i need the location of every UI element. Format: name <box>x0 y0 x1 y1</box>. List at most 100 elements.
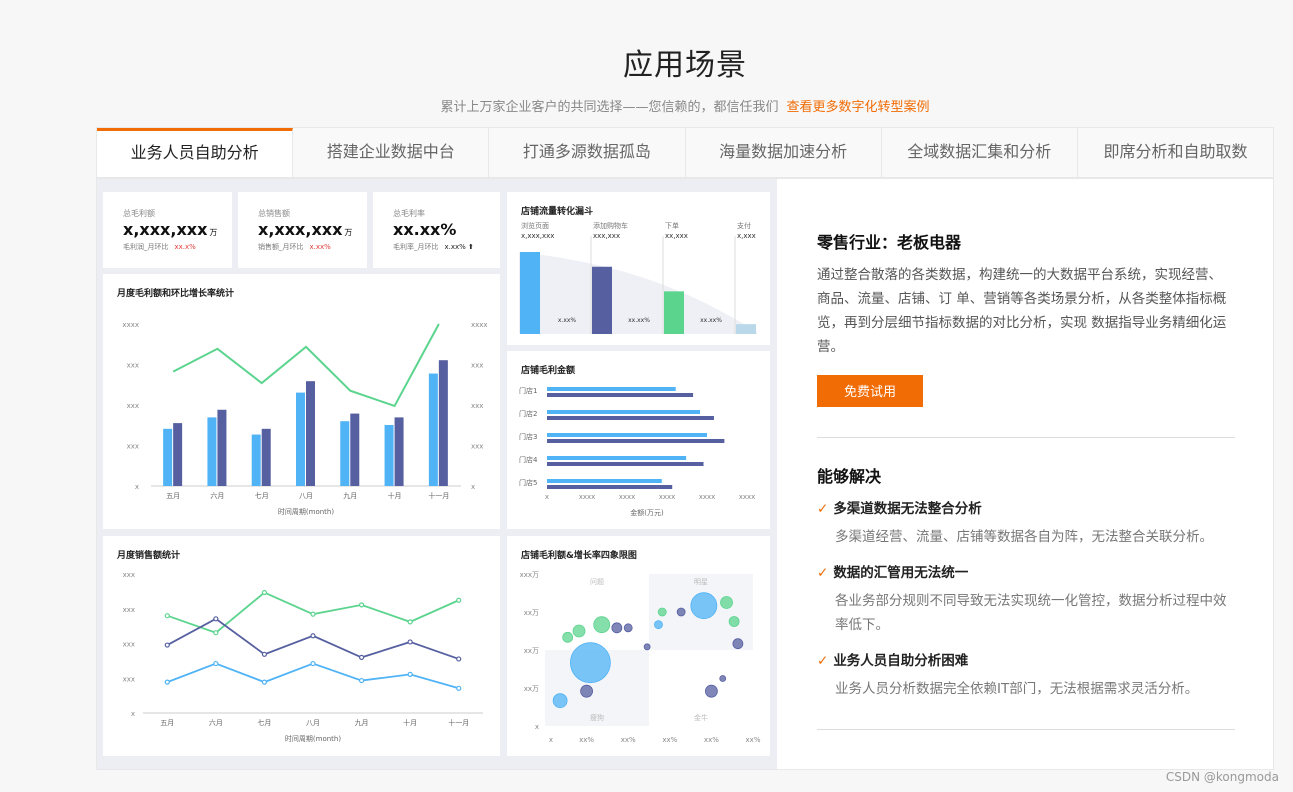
x-tick-label: 七月 <box>257 718 271 727</box>
data-point <box>358 654 365 661</box>
y2-tick-label: xxx <box>471 362 483 370</box>
y-tick-label: xxx <box>127 402 139 410</box>
bar <box>173 423 183 486</box>
tab-global-data[interactable]: 全域数据汇集和分析 <box>881 128 1078 177</box>
watermark: CSDN @kongmoda <box>1165 770 1279 784</box>
x-tick-label: x <box>549 736 553 744</box>
tab-content-panel: 总毛利额 x,xxx,xxx 万 毛利润_月环比 xx.x% 总销售额 x,xxx,… <box>96 178 1274 770</box>
data-point <box>407 619 413 625</box>
kpi-card-margin: 总毛利率 xx.xx% 毛利率_月环比 x.xx% ⬆ <box>373 192 500 268</box>
divider <box>817 437 1235 438</box>
kpi-value: x,xxx,xxx 万 <box>123 220 218 239</box>
x-tick-label: xx% <box>621 736 636 744</box>
category-label: 门店1 <box>519 386 537 395</box>
bar <box>547 462 704 466</box>
bar <box>547 439 725 443</box>
quadrant-chart: 问题 明星瘦狗 金牛xxx万xx万xx万xxx万x xx% xx% xx% xx% xx% <box>520 571 761 744</box>
free-trial-button[interactable]: 免费试用 <box>817 375 923 407</box>
x-tick-label: 十一月 <box>448 718 469 727</box>
bar <box>547 393 694 397</box>
data-point <box>164 642 170 648</box>
x-tick-label: 十一月 <box>428 491 449 500</box>
tab-data-middle-platform[interactable]: 搭建企业数据中台 <box>293 128 490 177</box>
data-point <box>261 651 268 657</box>
problem-title: 业务人员自助分析困难 <box>833 653 969 669</box>
problem-title: 数据的汇管用无法统一 <box>833 565 969 581</box>
x-tick-label: xxxx <box>579 493 596 501</box>
bar <box>207 417 217 486</box>
bar <box>547 485 673 489</box>
bubble <box>623 623 633 633</box>
x-tick-label: xxxx <box>659 493 676 501</box>
bar <box>340 421 350 486</box>
x-tick-label: 七月 <box>255 491 269 500</box>
chart-card-store-profit: 店铺毛利金额 门店1 门店2 门店3 门店4 门店5 x xxxx xxxx xxxx xxxx x… <box>507 351 770 529</box>
problem-desc: 各业务部分规则不同导致无法实现统一化管控，数据分析过程中效率低下。 <box>835 593 1227 633</box>
subtitle-text: 累计上万家企业客户的共同选择——您信赖的，都信任我们 <box>440 100 779 115</box>
tab-massive-data[interactable]: 海量数据加速分析 <box>685 128 882 177</box>
x-tick-label: xxxx <box>739 493 756 501</box>
chart-card-quadrant: 店铺毛利额&增长率四象限图 问题 明星 瘦狗 金牛 x xx万 xx万 xx万 xxx万 x xx%… <box>507 536 770 756</box>
stage-value: xx,xxx <box>665 232 688 240</box>
quadrant-label: 明星 <box>694 578 708 586</box>
bubble <box>580 684 593 698</box>
store-profit-chart: 门店1门店2门店3门店4门店5x xxxx xxxx xxxx xxxx xxxx金额(万… <box>519 386 756 517</box>
check-icon: ✓ <box>817 501 829 517</box>
x-axis-label: 时间周期(month) <box>285 734 341 743</box>
y-tick-label: x <box>131 710 135 718</box>
page-subtitle: 累计上万家企业客户的共同选择——您信赖的，都信任我们 查看更多数字化转型案例 <box>0 96 1293 115</box>
more-cases-link[interactable]: 查看更多数字化转型案例 <box>787 100 930 115</box>
y-tick-label: xx万 <box>524 685 539 693</box>
category-label: 门店3 <box>519 432 537 441</box>
y2-tick-label: x <box>471 483 475 491</box>
funnel-bar <box>520 252 540 334</box>
tab-adhoc-analysis[interactable]: 即席分析和自助取数 <box>1077 128 1274 177</box>
problem-desc: 业务人员分析数据完全依赖IT部门，无法根据需求灵活分析。 <box>835 681 1199 697</box>
y-tick-label: xxx <box>123 606 135 614</box>
y-tick-label: xx万 <box>524 609 539 617</box>
stage-label: 添加购物车 <box>593 221 628 230</box>
case-description: 通过整合散落的各类数据，构建统一的大数据平台系统，实现经营、商品、流量、店铺、订… <box>817 267 1227 355</box>
bubble <box>657 607 667 617</box>
bar <box>163 428 173 486</box>
data-point <box>213 660 219 667</box>
category-label: 门店2 <box>519 409 537 418</box>
bar <box>384 425 394 486</box>
stage-value: xxx,xxx <box>593 232 620 240</box>
solve-title: 能够解决 <box>817 467 882 486</box>
data-point <box>310 633 316 639</box>
bubble <box>728 616 740 627</box>
x-tick-label: 十月 <box>388 491 402 500</box>
bar <box>394 417 404 486</box>
category-label: 门店4 <box>519 455 538 464</box>
tab-data-silos[interactable]: 打通多源数据孤岛 <box>489 128 686 177</box>
x-tick-label: xx% <box>662 736 677 744</box>
x-tick-label: xxxx <box>699 493 716 501</box>
kpi-card-sales: 总销售额 x,xxx,xxx 万 销售额_月环比 x.xx% <box>238 192 367 268</box>
chart-card-funnel: 店铺流量转化漏斗 浏览页面 x,xxx,xxx x.xx% 添加购物车 xxx,xxx x… <box>507 192 770 345</box>
y-tick-label: xxx <box>127 362 139 370</box>
bubble <box>654 620 663 630</box>
bubble <box>720 596 733 609</box>
stage-label: 浏览页面 <box>521 221 549 230</box>
bubble <box>643 643 651 651</box>
bubble <box>690 592 718 620</box>
data-point <box>456 597 462 603</box>
bubble <box>676 607 686 617</box>
dashboard-preview: 总毛利额 x,xxx,xxx 万 毛利润_月环比 xx.x% 总销售额 x,xxx,… <box>97 179 777 769</box>
tab-self-service-analysis[interactable]: 业务人员自助分析 <box>97 128 294 177</box>
y-tick-label: xxx <box>123 675 135 683</box>
data-point <box>456 656 462 662</box>
x-tick-label: 十月 <box>403 718 417 727</box>
page-title: 应用场景 <box>623 48 747 83</box>
conversion-rate: xx.xx% <box>628 317 650 324</box>
data-point <box>310 611 316 617</box>
x-tick-label: xx% <box>704 736 719 744</box>
quadrant-label: 瘦狗 <box>590 713 604 722</box>
data-point <box>358 677 365 684</box>
y-tick-label: x <box>135 483 139 491</box>
data-point <box>213 630 219 636</box>
stage-value: x,xxx,xxx <box>521 232 554 240</box>
x-tick-label: 五月 <box>166 492 180 500</box>
bar <box>296 392 305 486</box>
